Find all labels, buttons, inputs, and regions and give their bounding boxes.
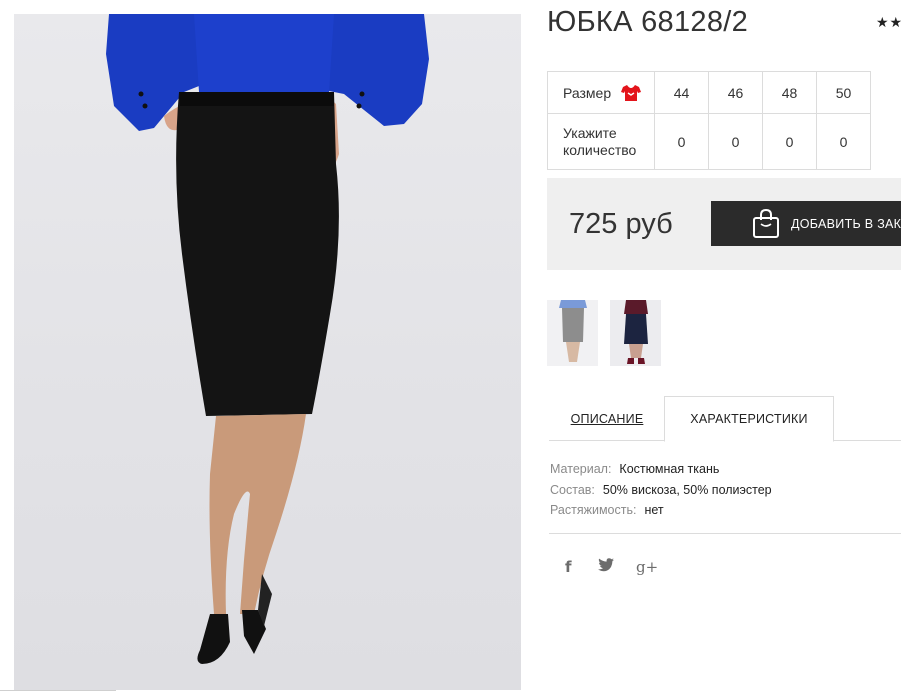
quantity-input-44[interactable]: 0 bbox=[654, 113, 709, 170]
spec-stretch-key: Растяжимость: bbox=[550, 503, 637, 517]
spec-composition: Состав: 50% вискоза, 50% полиэстер bbox=[550, 480, 772, 501]
shopping-bag-icon bbox=[753, 209, 779, 238]
quantity-input-46[interactable]: 0 bbox=[708, 113, 763, 170]
thumbnail-gray-skirt[interactable] bbox=[547, 300, 598, 366]
twitter-icon[interactable] bbox=[598, 558, 614, 576]
skirt-model-illustration bbox=[106, 14, 429, 664]
quantity-label-line1: Укажите bbox=[563, 124, 617, 141]
spec-material-key: Материал: bbox=[550, 462, 612, 476]
add-to-cart-button[interactable]: ДОБАВИТЬ В ЗАКАЗ bbox=[711, 201, 901, 246]
specs-divider bbox=[549, 533, 901, 534]
spec-material-value: Костюмная ткань bbox=[619, 462, 720, 476]
product-price: 725 руб bbox=[569, 208, 673, 240]
price-box: 725 руб ДОБАВИТЬ В ЗАКАЗ bbox=[547, 178, 901, 270]
size-48: 48 bbox=[762, 71, 817, 114]
main-product-image[interactable] bbox=[14, 14, 521, 690]
spec-material: Материал: Костюмная ткань bbox=[550, 459, 772, 480]
size-chart-icon[interactable] bbox=[621, 84, 642, 102]
add-to-cart-label: ДОБАВИТЬ В ЗАКАЗ bbox=[791, 216, 901, 231]
spec-stretch-value: нет bbox=[644, 503, 664, 517]
size-label: Размер bbox=[563, 84, 612, 101]
spec-composition-value: 50% вискоза, 50% полиэстер bbox=[602, 482, 772, 497]
quantity-input-48[interactable]: 0 bbox=[762, 113, 817, 170]
spec-stretch: Растяжимость: нет bbox=[550, 500, 772, 521]
quantity-label-line2: количество bbox=[563, 141, 637, 158]
tab-characteristics[interactable]: ХАРАКТЕРИСТИКИ bbox=[664, 396, 834, 442]
product-title: ЮБКА 68128/2 bbox=[547, 6, 749, 38]
rating-stars[interactable]: ★★ bbox=[876, 14, 901, 31]
size-44: 44 bbox=[654, 71, 709, 114]
tab-description[interactable]: ОПИСАНИЕ bbox=[549, 396, 665, 441]
thumbnail-navy-skirt[interactable] bbox=[610, 300, 661, 366]
product-specs: Материал: Костюмная ткань Состав: 50% виск… bbox=[550, 459, 772, 521]
size-46: 46 bbox=[708, 71, 763, 114]
size-quantity-table: Размер 44 46 48 50 Укажите количество 0 … bbox=[547, 71, 871, 170]
facebook-icon[interactable]: f bbox=[565, 558, 572, 576]
spec-composition-key: Состав: bbox=[550, 482, 595, 497]
size-50: 50 bbox=[816, 71, 871, 114]
footer-divider bbox=[0, 690, 116, 691]
quantity-input-50[interactable]: 0 bbox=[816, 113, 871, 170]
google-plus-icon[interactable]: g+ bbox=[636, 558, 658, 576]
size-label-cell: Размер bbox=[547, 71, 655, 114]
quantity-label-cell: Укажите количество bbox=[547, 113, 655, 170]
